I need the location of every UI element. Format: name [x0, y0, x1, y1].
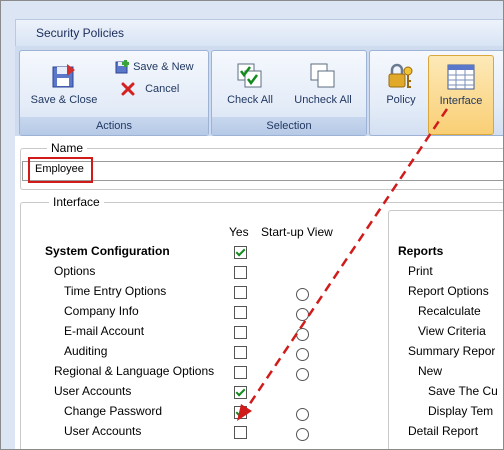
- arrow-head: [237, 404, 252, 421]
- arrow-line: [243, 108, 449, 412]
- security-policies-window: Security Policies Save & Close Save & Ne…: [0, 0, 504, 450]
- annotation-arrow: [237, 108, 449, 421]
